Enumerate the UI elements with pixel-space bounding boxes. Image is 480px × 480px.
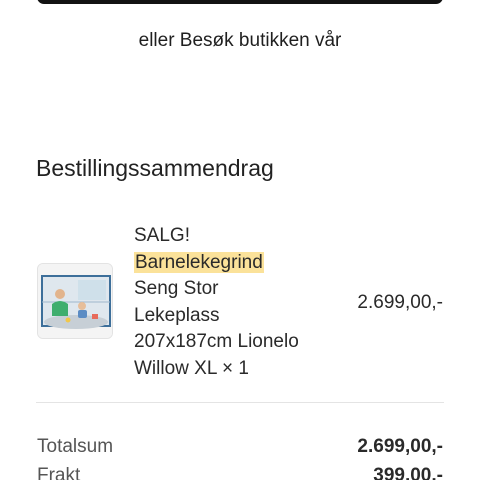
sale-tag: SALG! — [134, 225, 190, 246]
product-thumbnail — [37, 263, 113, 339]
product-name-quantity: Willow XL × 1 — [134, 357, 249, 379]
checkout-page: eller Besøk butikken vår Bestillingssamm… — [0, 0, 480, 480]
product-name-line: 207x187cm Lionelo — [134, 331, 299, 352]
shipping-value: 399,00,- — [373, 465, 443, 480]
checkout-button[interactable] — [37, 0, 443, 4]
product-name-line: Lekeplass — [134, 304, 220, 326]
highlighted-product-word: Barnelekegrind — [134, 251, 264, 273]
order-summary-title: Bestillingssammendrag — [36, 155, 274, 181]
summary-divider — [36, 402, 444, 403]
total-row: Totalsum 2.699,00,- — [37, 436, 443, 462]
product-name: SALG! Barnelekegrind Seng Stor Lekeplass… — [134, 223, 334, 382]
order-item-row: SALG! Barnelekegrind Seng Stor Lekeplass… — [0, 220, 480, 390]
product-name-line: Seng Stor — [134, 278, 219, 299]
shipping-label: Frakt — [37, 465, 81, 480]
total-label: Totalsum — [37, 436, 114, 457]
total-value: 2.699,00,- — [357, 436, 443, 457]
item-price: 2.699,00,- — [357, 292, 443, 313]
shipping-row: Frakt 399,00,- — [37, 465, 443, 480]
visit-store-link[interactable]: eller Besøk butikken vår — [0, 30, 480, 52]
